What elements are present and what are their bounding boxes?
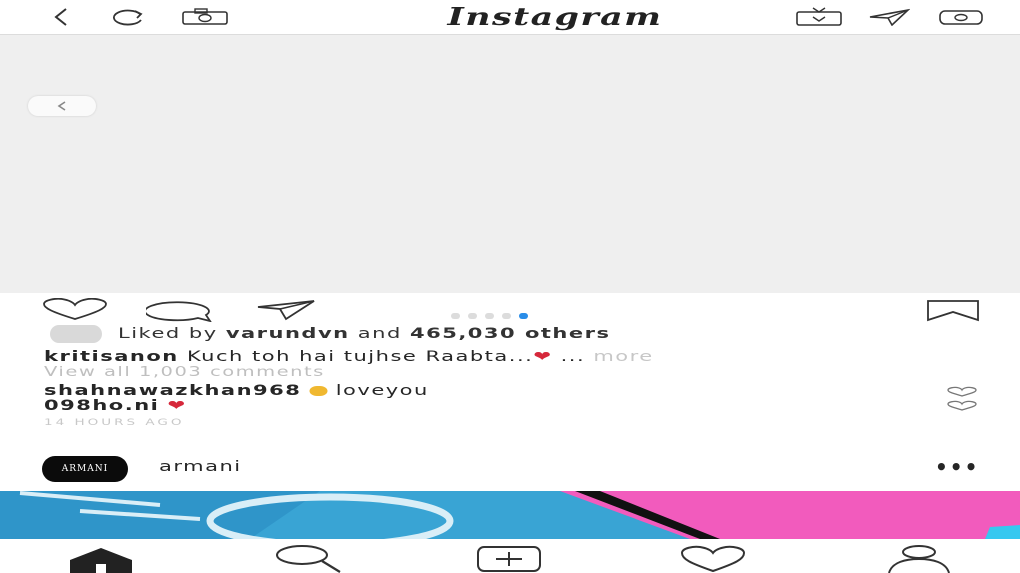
post-options-button[interactable]: ••• (935, 455, 979, 479)
search-icon[interactable] (272, 544, 344, 573)
refresh-icon[interactable] (108, 8, 148, 26)
red-heart-icon: ❤ (533, 349, 553, 365)
comment-username-2[interactable]: 098ho.ni (44, 398, 159, 414)
next-post-image (0, 491, 1020, 539)
caption-text: Kuch toh hai tujhse Raabta... (178, 349, 534, 365)
likes-prefix: Liked by (118, 326, 226, 342)
likes-middle: and (349, 326, 410, 342)
carousel-dot (485, 313, 494, 319)
carousel-indicator (451, 304, 536, 323)
comment-icon[interactable] (146, 298, 214, 322)
carousel-dot-active (519, 313, 528, 319)
likes-count[interactable]: 465,030 others (410, 326, 610, 342)
emoji-icon (309, 386, 328, 396)
caption-ellipsis: ... (552, 349, 594, 365)
red-heart-icon: ❤ (167, 398, 187, 414)
armani-avatar[interactable]: ARMANI (42, 456, 128, 482)
new-post-icon[interactable] (476, 545, 542, 573)
comment-like-heart-icon[interactable] (946, 386, 978, 412)
like-heart-icon[interactable] (42, 298, 108, 322)
igtv-icon[interactable] (795, 7, 843, 27)
liker-username[interactable]: varundvn (226, 326, 350, 342)
armani-username[interactable]: armani (159, 459, 242, 475)
back-icon[interactable] (50, 7, 72, 27)
direct-message-icon[interactable] (868, 8, 910, 26)
share-icon[interactable] (256, 299, 316, 321)
comment-row: shahnawazkhan968 loveyou 098ho.ni ❤ (44, 384, 429, 414)
next-post-media[interactable] (0, 491, 1020, 539)
post-caption: kritisanon Kuch toh hai tujhse Raabta...… (44, 349, 654, 365)
liker-avatar[interactable] (50, 325, 102, 343)
home-icon[interactable] (68, 546, 134, 573)
caption-username[interactable]: kritisanon (44, 349, 179, 365)
more-icon[interactable] (938, 8, 984, 26)
caption-more-link[interactable]: more (593, 349, 653, 365)
view-all-comments-link[interactable]: View all 1,003 comments (44, 365, 325, 380)
carousel-dot (468, 313, 477, 319)
activity-heart-icon[interactable] (680, 545, 746, 573)
comment-username[interactable]: shahnawazkhan968 (44, 383, 301, 399)
camera-icon[interactable] (181, 8, 229, 26)
profile-icon[interactable] (886, 544, 952, 573)
post-media[interactable] (0, 35, 1020, 293)
post-timestamp: 14 HOURS AGO (44, 418, 185, 428)
carousel-dot (502, 313, 511, 319)
comment-text: loveyou (327, 383, 429, 399)
bookmark-icon[interactable] (926, 300, 980, 322)
likes-summary[interactable]: Liked by varundvn and 465,030 others (118, 326, 610, 342)
chevron-left-icon (57, 101, 66, 111)
carousel-prev-button[interactable] (28, 96, 96, 116)
app-title: Instagram (447, 2, 663, 31)
carousel-dot (451, 313, 460, 319)
